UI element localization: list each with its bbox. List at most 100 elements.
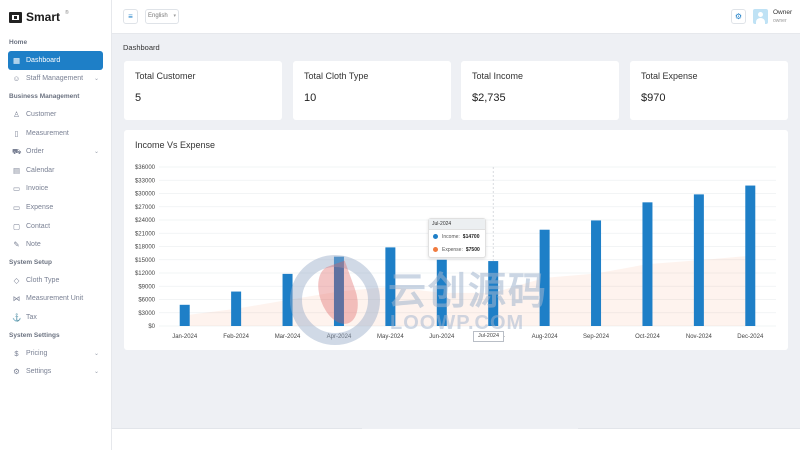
file-icon: ▭ <box>12 202 21 212</box>
sidebar-item-label: Cloth Type <box>26 276 60 284</box>
sidebar-item-label: Invoice <box>26 185 49 193</box>
grid-icon: ▦ <box>12 55 21 65</box>
sidebar-item-invoice[interactable]: ▭ Invoice <box>8 180 103 199</box>
y-tick-label: $6000 <box>138 298 155 304</box>
expense-dot <box>433 247 438 252</box>
topbar: ≡ English ▾ ⚙ Owner owner <box>112 0 800 34</box>
income-bar <box>539 229 550 326</box>
hamburger-icon: ≡ <box>128 12 133 21</box>
x-tick-label: Aug-2024 <box>532 334 559 340</box>
chevron-down-icon: ⌄ <box>93 350 99 357</box>
x-tick-label: Mar-2024 <box>275 334 301 340</box>
income-bar <box>179 304 190 326</box>
language-select[interactable]: English ▾ <box>145 9 179 24</box>
x-tick-label: Oct-2024 <box>635 334 660 340</box>
card-label: Total Cloth Type <box>304 71 369 81</box>
sidebar-item-dashboard[interactable]: ▦ Dashboard <box>8 51 103 70</box>
sidebar-item-calendar[interactable]: ▤ Calendar <box>8 161 103 180</box>
y-tick-label: $18000 <box>135 245 156 251</box>
chevron-down-icon: ⌄ <box>93 149 99 156</box>
user-role: owner <box>773 18 787 24</box>
file-icon: ▭ <box>12 184 21 194</box>
sidebar-item-measurement-unit[interactable]: ⋈ Measurement Unit <box>8 290 103 309</box>
sidebar-item-label: Calendar <box>26 166 55 174</box>
sidebar-item-expense[interactable]: ▭ Expense <box>8 198 103 217</box>
chart-tooltip: Jul-2024 Income: $14700 Expense: $7500 <box>428 218 486 258</box>
sidebar-section-title: System Setup <box>9 258 52 266</box>
y-tick-label: $15000 <box>135 258 156 264</box>
sidebar-item-label: Expense <box>26 203 54 211</box>
income-bar <box>436 259 447 326</box>
card-label: Total Expense <box>641 71 698 81</box>
gear-icon: ⚙ <box>13 367 20 377</box>
y-tick-label: $21000 <box>135 231 156 237</box>
tooltip-row-income: Income: $14700 <box>429 230 485 243</box>
x-axis-hover-label: Jul-2024 <box>473 331 504 342</box>
x-tick-label: Jun-2024 <box>429 334 455 340</box>
card-value: 5 <box>135 92 142 104</box>
user-check-icon: ♙ <box>13 109 20 119</box>
sidebar-item-order[interactable]: ⛟ Order ⌄ <box>8 142 103 161</box>
chevron-down-icon: ⌄ <box>93 369 99 376</box>
note-icon: ✎ <box>13 240 20 250</box>
settings-button[interactable]: ⚙ <box>731 9 746 24</box>
sidebar-item-note[interactable]: ✎ Note <box>8 235 103 254</box>
card-label: Total Income <box>472 71 524 81</box>
gear-icon: ⚙ <box>734 12 743 21</box>
y-tick-label: $0 <box>148 324 155 330</box>
card-total-cloth-type: Total Cloth Type 10 <box>293 61 451 120</box>
income-bar <box>642 202 653 326</box>
logo[interactable]: Smart ® <box>0 0 111 34</box>
card-value: $2,735 <box>472 92 506 104</box>
app-name: Smart <box>26 10 61 24</box>
sidebar-item-measurement[interactable]: ▯ Measurement <box>8 124 103 143</box>
avatar[interactable] <box>753 9 768 24</box>
users-icon: ☺ <box>12 74 21 84</box>
sidebar-item-label: Measurement Unit <box>26 295 84 303</box>
logo-icon <box>9 11 22 23</box>
sidebar-item-label: Customer <box>26 110 57 118</box>
sidebar-item-pricing[interactable]: $ Pricing ⌄ <box>8 344 103 363</box>
card-total-income: Total Income $2,735 <box>461 61 619 120</box>
y-tick-label: $27000 <box>135 205 156 211</box>
card-total-customer: Total Customer 5 <box>124 61 282 120</box>
menu-toggle-button[interactable]: ≡ <box>123 9 138 24</box>
sidebar-section-title: System Settings <box>9 331 60 339</box>
language-value: English <box>148 13 168 19</box>
sidebar-item-settings[interactable]: ⚙ Settings ⌄ <box>8 362 103 381</box>
y-tick-label: $12000 <box>135 271 156 277</box>
card-label: Total Customer <box>135 71 196 81</box>
y-tick-label: $24000 <box>135 218 156 224</box>
sidebar-item-contact[interactable]: ▢ Contact <box>8 217 103 236</box>
income-bar <box>333 256 344 326</box>
sidebar-item-tax[interactable]: ⚓ Tax <box>8 308 103 327</box>
sidebar-item-label: Tax <box>26 313 37 321</box>
footer-divider <box>362 427 578 429</box>
sidebar-item-cloth-type[interactable]: ◇ Cloth Type <box>8 271 103 290</box>
breadcrumb: Dashboard <box>123 43 160 52</box>
sidebar-item-customer[interactable]: ♙ Customer <box>8 105 103 124</box>
x-tick-label: Dec-2024 <box>737 334 764 340</box>
sidebar-item-label: Dashboard <box>26 56 61 64</box>
tooltip-label: Expense: <box>442 246 463 253</box>
y-tick-label: $30000 <box>135 192 156 198</box>
calendar-icon: ▤ <box>12 165 21 175</box>
x-tick-label: Feb-2024 <box>223 334 249 340</box>
user-name[interactable]: Owner <box>773 9 792 16</box>
tooltip-value: $14700 <box>462 233 480 240</box>
sidebar-item-label: Settings <box>26 368 52 376</box>
x-tick-label: Apr-2024 <box>327 334 352 340</box>
sidebar-item-label: Contact <box>26 222 51 230</box>
x-tick-label: May-2024 <box>377 334 404 340</box>
x-tick-label: Sep-2024 <box>583 334 610 340</box>
income-bar <box>745 185 756 326</box>
footer-strip <box>112 427 800 450</box>
y-tick-label: $9000 <box>138 284 155 290</box>
card-total-expense: Total Expense $970 <box>630 61 788 120</box>
sidebar-section-title: Business Management <box>9 93 80 101</box>
sidebar: Smart ® Home ▦ Dashboard ☺ Staff Management ⌄… <box>0 0 112 450</box>
sidebar-item-label: Measurement <box>26 129 69 137</box>
tooltip-label: Income: <box>442 233 460 240</box>
sidebar-item-staff-management[interactable]: ☺ Staff Management ⌄ <box>8 70 103 89</box>
tooltip-row-expense: Expense: $7500 <box>429 243 485 256</box>
